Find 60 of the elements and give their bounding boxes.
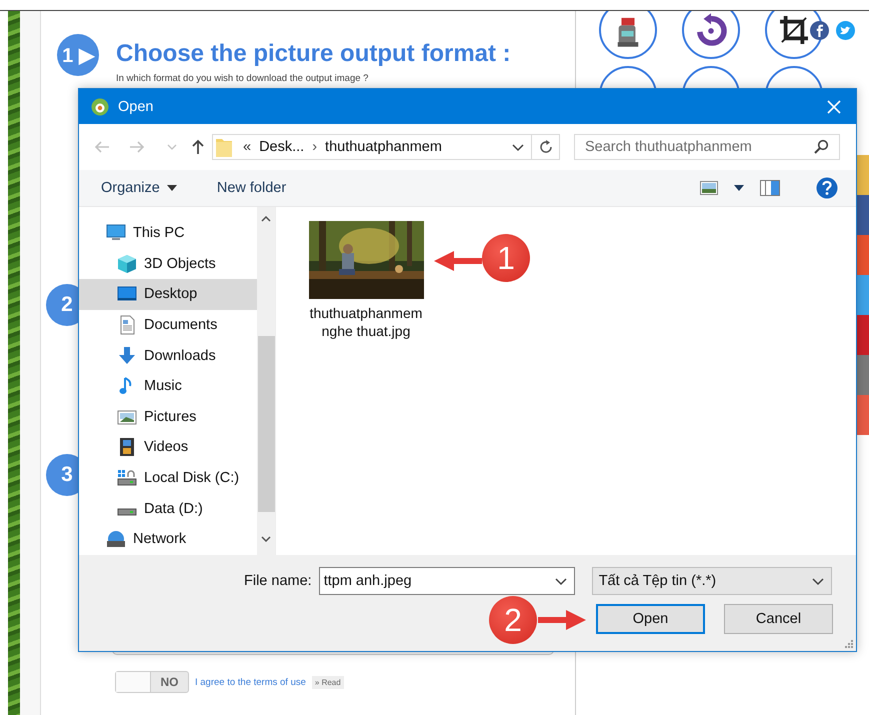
overflow-chevrons[interactable]: « (243, 139, 252, 155)
film-icon (117, 437, 137, 458)
breadcrumb[interactable]: Desk... (259, 139, 304, 155)
caret-icon (166, 185, 177, 191)
scroll-up-icon[interactable] (261, 216, 271, 222)
down-arrow-icon (117, 346, 137, 366)
sidebar-item[interactable]: Downloads (79, 340, 257, 371)
view-icon[interactable] (700, 181, 718, 195)
tool-button[interactable] (599, 11, 657, 59)
resize-grip-icon[interactable] (845, 640, 853, 648)
twitter-icon[interactable] (836, 21, 855, 40)
sidebar-item[interactable]: Desktop (79, 279, 257, 310)
refresh-button[interactable] (532, 134, 560, 160)
step-number: 1 ▶ (57, 34, 99, 76)
step-title: Choose the picture output format : (116, 40, 511, 68)
tool-button[interactable] (682, 11, 740, 59)
search-placeholder: Search thuthuatphanmem (585, 139, 752, 155)
scroll-thumb[interactable] (258, 336, 274, 512)
drive-icon (117, 468, 137, 488)
file-name: thuthuatphanmem nghe thuat.jpg (308, 304, 424, 340)
terms-link[interactable]: I agree to the terms of use (195, 676, 306, 688)
scroll-down-icon[interactable] (261, 536, 271, 542)
file-name-field[interactable]: ttpm anh.jpeg (318, 567, 575, 595)
new-folder-button[interactable]: New folder (208, 176, 294, 200)
drive-icon (117, 508, 137, 516)
step-subtitle: In which format do you wish to download the output image ? (116, 73, 370, 84)
sidebar-item[interactable]: This PC (79, 218, 257, 249)
sidebar-item[interactable]: Network (79, 524, 257, 555)
tool-button[interactable] (765, 11, 823, 59)
preview-pane-icon[interactable] (760, 180, 780, 196)
facebook-icon[interactable] (810, 21, 829, 40)
help-icon[interactable] (816, 177, 838, 199)
scrollbar[interactable] (257, 207, 275, 555)
app-icon (91, 98, 109, 116)
callout-arrow (538, 608, 588, 632)
toggle-switch[interactable]: NO (115, 671, 189, 693)
breadcrumb[interactable]: thuthuatphanmem (325, 139, 442, 155)
file-type-dropdown[interactable]: Tất cả Tệp tin (*.*) (592, 567, 832, 595)
sidebar-item[interactable]: Pictures (79, 402, 257, 432)
search-icon[interactable] (813, 139, 829, 155)
open-button[interactable]: Open (596, 604, 705, 634)
organize-menu[interactable]: Organize (93, 176, 185, 200)
network-icon (106, 529, 126, 550)
read-link[interactable]: » Read (312, 676, 344, 688)
folder-icon (215, 136, 233, 158)
close-icon[interactable] (826, 98, 842, 114)
sidebar-item[interactable]: Data (D:) (79, 493, 257, 524)
file-name-label: File name: (244, 573, 312, 589)
refresh-icon (538, 139, 554, 155)
search-field[interactable]: Search thuthuatphanmem (574, 134, 840, 160)
file-item[interactable]: thuthuatphanmem nghe thuat.jpg (304, 221, 428, 340)
sidebar-item[interactable]: Music (79, 370, 257, 402)
cube-icon (117, 254, 137, 274)
breadcrumb-separator[interactable]: › (312, 139, 318, 155)
window-title: Open (118, 98, 154, 114)
callout-arrow (432, 249, 482, 273)
caret-icon[interactable] (734, 185, 744, 191)
address-bar[interactable]: « Desk... › thuthuatphanmem (212, 134, 532, 160)
sidebar-item[interactable]: 3D Objects (79, 248, 257, 280)
cancel-button[interactable]: Cancel (724, 604, 833, 634)
